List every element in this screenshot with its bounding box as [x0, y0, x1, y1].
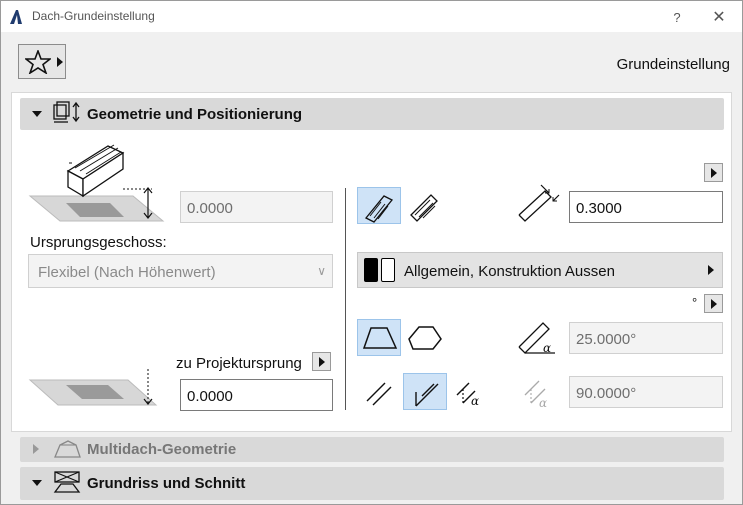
roof-height-illustration: [28, 144, 165, 222]
plan-section-icon: [53, 471, 81, 493]
play-arrow-icon: [708, 265, 714, 275]
thickness-menu-button[interactable]: [704, 163, 723, 182]
section-label-plan-section: Grundriss und Schnitt: [87, 475, 246, 492]
building-material-selector[interactable]: Allgemein, Konstruktion Aussen: [357, 252, 723, 288]
column-divider: [345, 188, 346, 410]
edge-perpendicular-button[interactable]: [403, 373, 447, 410]
edge-vertical-button[interactable]: [357, 373, 401, 410]
edge-custom-angle-button[interactable]: α: [449, 373, 493, 410]
chevron-down-icon: ∨: [317, 264, 326, 278]
window-title: Dach-Grundeinstellung: [32, 9, 155, 23]
geometry-positioning-icon: [53, 101, 80, 123]
building-material-label: Allgemein, Konstruktion Aussen: [404, 263, 615, 280]
svg-text:α: α: [539, 396, 547, 410]
section-header-plan-section[interactable]: Grundriss und Schnitt: [20, 467, 724, 500]
projection-origin-menu-button[interactable]: [312, 352, 331, 371]
projection-origin-label: zu Projektursprung: [176, 355, 302, 372]
archicad-app-icon: [10, 10, 22, 24]
svg-text:α: α: [471, 394, 479, 408]
favorites-dropdown-arrow-icon: [57, 57, 63, 67]
edge-perpendicular-icon: [415, 383, 439, 407]
multiroof-icon: [54, 440, 81, 458]
collapse-arrow-icon: [32, 111, 42, 117]
favorites-button[interactable]: [18, 44, 66, 79]
play-arrow-icon: [711, 299, 717, 309]
pitch-angle-field[interactable]: 25.0000°: [569, 322, 723, 354]
roof-slab-vertical-icon: [364, 195, 394, 223]
help-button[interactable]: ?: [667, 7, 687, 27]
play-arrow-icon: [319, 357, 325, 367]
section-header-geometry[interactable]: Geometrie und Positionierung: [20, 98, 724, 130]
home-story-select[interactable]: Flexibel (Nach Höhenwert) ∨: [28, 254, 333, 288]
roof-height-field[interactable]: 0.0000: [180, 191, 333, 223]
pitch-mode-button[interactable]: [357, 319, 401, 356]
section-label-multiroof: Multidach-Geometrie: [87, 441, 237, 458]
edge-angle-icon: α: [524, 380, 547, 410]
projection-height-illustration: [28, 369, 158, 406]
building-material-swatch-cut: [364, 258, 378, 282]
thickness-vertical-button[interactable]: [357, 187, 401, 224]
roof-reverse-pitch-icon: [408, 326, 442, 350]
title-bar: Dach-Grundeinstellung ? ✕: [1, 1, 742, 32]
thickness-perpendicular-button[interactable]: [403, 187, 447, 224]
angle-unit-label: °: [692, 295, 698, 310]
expand-arrow-icon: [33, 444, 39, 454]
building-material-swatch-surface: [381, 258, 395, 282]
home-story-label: Ursprungsgeschoss:: [30, 234, 167, 251]
edge-custom-angle-icon: α: [456, 382, 479, 408]
angle-unit-menu-button[interactable]: [704, 294, 723, 313]
pitch-angle-icon: α: [518, 322, 555, 355]
projection-height-field[interactable]: 0.0000: [180, 379, 333, 411]
edge-angle-field[interactable]: 90.0000°: [569, 376, 723, 408]
section-header-multiroof[interactable]: Multidach-Geometrie: [20, 437, 724, 462]
star-icon: [25, 50, 51, 74]
edge-vertical-icon: [366, 382, 392, 406]
roof-pitch-icon: [362, 327, 398, 349]
favorites-current-label: Grundeinstellung: [616, 56, 730, 73]
roof-thickness-field[interactable]: 0.3000: [569, 191, 723, 223]
play-arrow-icon: [711, 168, 717, 178]
roof-thickness-icon: [518, 184, 560, 222]
collapse-arrow-icon: [32, 480, 42, 486]
svg-text:α: α: [543, 341, 551, 355]
roof-slab-perpendicular-icon: [410, 194, 438, 222]
home-story-value: Flexibel (Nach Höhenwert): [38, 264, 216, 281]
close-button[interactable]: ✕: [709, 7, 729, 27]
reverse-pitch-button[interactable]: [403, 319, 447, 356]
dialog-window: Dach-Grundeinstellung ? ✕ Grundeinstellu…: [0, 0, 743, 505]
section-label-geometry: Geometrie und Positionierung: [87, 106, 303, 123]
